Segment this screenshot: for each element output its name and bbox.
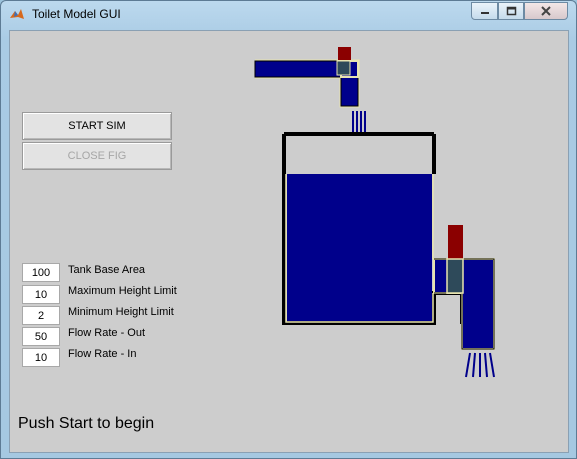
window-title: Toilet Model GUI — [32, 7, 121, 21]
inlet-stream — [352, 111, 366, 133]
close-icon — [541, 6, 551, 16]
tank-diagram — [254, 47, 495, 378]
outlet-valve-handle — [448, 225, 463, 259]
inlet-valve — [336, 60, 351, 76]
outlet-valve — [446, 258, 464, 294]
close-button[interactable] — [524, 2, 568, 20]
maximize-icon — [506, 6, 516, 16]
maximize-button[interactable] — [498, 2, 524, 20]
outlet-stream — [465, 352, 495, 378]
matlab-icon — [10, 9, 24, 19]
outlet-pipe — [433, 258, 495, 350]
title-bar[interactable]: Toilet Model GUI — [1, 1, 576, 29]
water-fill — [287, 174, 432, 321]
figure-area: START SIM CLOSE FIG Tank Base Area Maxim… — [9, 30, 569, 453]
minimize-icon — [480, 12, 489, 14]
app-window: Toilet Model GUI START SIM CLOSE FIG Tan… — [0, 0, 577, 459]
inlet-valve-handle — [338, 47, 351, 60]
minimize-button[interactable] — [471, 2, 498, 20]
